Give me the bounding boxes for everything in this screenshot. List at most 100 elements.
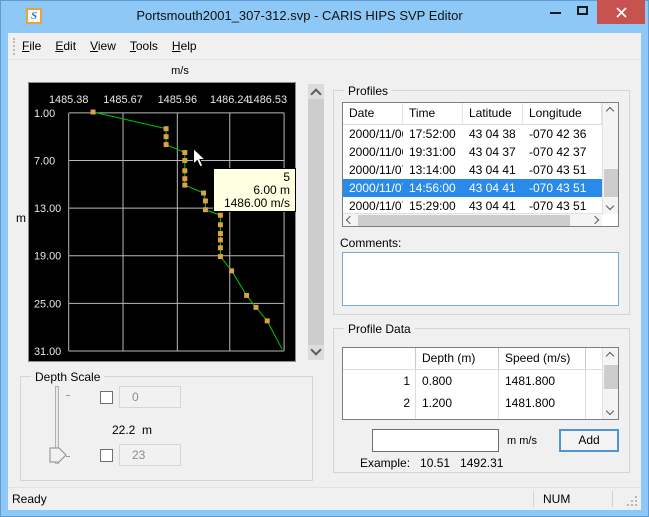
profile-data-row[interactable]: 21.2001481.800: [343, 392, 618, 414]
scroll-down-icon[interactable]: [606, 202, 614, 210]
depth-speed-input[interactable]: [372, 429, 499, 452]
profile-data-cell: 2: [343, 392, 416, 414]
chart-y-tick-label: 1.00: [34, 108, 55, 120]
scroll-left-icon[interactable]: [346, 216, 354, 224]
menu-item-edit[interactable]: Edit: [48, 33, 83, 60]
depth-scale-min-checkbox[interactable]: [100, 391, 113, 404]
data-point-marker: [254, 305, 259, 310]
svp-chart[interactable]: 1485.381485.671485.961486.241486.531.007…: [28, 82, 296, 362]
profiles-cell: -070 43 51: [523, 179, 602, 197]
profile-data-row[interactable]: 32.6001481.800: [343, 414, 618, 420]
scroll-down-icon[interactable]: [310, 344, 321, 355]
status-divider: [612, 491, 613, 507]
comments-label: Comments:: [340, 236, 401, 250]
depth-scale-min-field[interactable]: 0: [119, 386, 181, 408]
depth-scale-max-checkbox[interactable]: [100, 449, 113, 462]
profiles-cell: 2000/11/06: [343, 143, 403, 161]
data-point-marker: [218, 231, 223, 236]
profile-data-cell: 1481.800: [499, 370, 586, 392]
data-point-marker: [203, 198, 208, 203]
window-title: Portsmouth2001_307-312.svp - CARIS HIPS …: [60, 8, 539, 23]
scroll-down-icon[interactable]: [606, 407, 614, 415]
data-point-marker: [218, 222, 223, 227]
profiles-horizontal-scrollbar[interactable]: [343, 213, 602, 226]
comments-textarea[interactable]: [342, 252, 619, 306]
profiles-cell: 43 04 37: [463, 143, 523, 161]
profile-line: [93, 112, 282, 349]
profile-data-group-label: Profile Data: [344, 322, 415, 336]
scroll-up-icon[interactable]: [606, 352, 614, 360]
profiles-table[interactable]: DateTimeLatitudeLongitude 2000/11/0617:5…: [342, 102, 619, 227]
profiles-column-header-date[interactable]: Date: [343, 103, 403, 124]
profiles-hscrollbar-thumb[interactable]: [358, 215, 570, 226]
profile-data-cell: 0.800: [416, 370, 499, 392]
resize-grip[interactable]: [627, 496, 637, 506]
add-button[interactable]: Add: [559, 429, 619, 452]
profiles-column-header-time[interactable]: Time: [403, 103, 463, 124]
svp-chart-plot: 1485.381485.671485.961486.241486.531.007…: [29, 83, 295, 361]
profiles-row[interactable]: 2000/11/0714:56:0043 04 41-070 43 51: [343, 179, 618, 197]
profile-data-table[interactable]: Depth (m)Speed (m/s) 10.8001481.80021.20…: [342, 347, 619, 420]
profile-data-column-header[interactable]: [343, 348, 416, 369]
depth-scale-current-label: 22.2 m: [112, 423, 152, 437]
chart-scrollbar[interactable]: [308, 84, 324, 360]
profiles-cell: -070 42 36: [523, 125, 602, 143]
scroll-up-icon[interactable]: [606, 107, 614, 115]
data-point-marker: [218, 245, 223, 250]
chart-y-tick-label: 19.00: [34, 251, 61, 263]
entry-example-label: Example: 10.51 1492.31: [360, 456, 503, 470]
titlebar[interactable]: S Portsmouth2001_307-312.svp - CARIS HIP…: [0, 0, 649, 33]
menu-item-file[interactable]: File: [15, 33, 48, 60]
maximize-button[interactable]: [571, 2, 595, 22]
scroll-right-icon[interactable]: [591, 216, 599, 224]
data-point-marker: [91, 110, 96, 115]
data-point-marker: [182, 158, 187, 163]
close-icon: [615, 6, 628, 19]
data-point-marker: [229, 268, 234, 273]
depth-scale-slider-thumb[interactable]: [49, 447, 68, 468]
profiles-row[interactable]: 2000/11/0713:14:0043 04 41-070 43 51: [343, 161, 618, 179]
close-button[interactable]: [597, 0, 645, 24]
data-point-marker: [182, 168, 187, 173]
profile-data-row[interactable]: 10.8001481.800: [343, 370, 618, 392]
menu-item-tools[interactable]: Tools: [123, 33, 165, 60]
scroll-up-icon[interactable]: [310, 88, 321, 99]
status-divider: [533, 491, 534, 507]
profiles-row[interactable]: 2000/11/0619:31:0043 04 37-070 42 37: [343, 143, 618, 161]
profiles-column-header-latitude[interactable]: Latitude: [463, 103, 523, 124]
profiles-scrollbar-thumb[interactable]: [604, 169, 618, 197]
app-icon-letter: S: [28, 10, 40, 22]
maximize-icon: [577, 6, 588, 15]
data-point-marker: [218, 213, 223, 218]
minimize-button[interactable]: [543, 2, 567, 22]
profiles-group-label: Profiles: [344, 84, 392, 98]
profiles-row[interactable]: 2000/11/0617:52:0043 04 38-070 42 36: [343, 125, 618, 143]
slider-tick: [66, 395, 70, 396]
profile-data-vertical-scrollbar[interactable]: [602, 348, 618, 419]
chart-scrollbar-thumb[interactable]: [308, 99, 324, 345]
menu-item-help[interactable]: Help: [165, 33, 204, 60]
profiles-column-header-longitude[interactable]: Longitude: [523, 103, 602, 124]
mouse-cursor-icon: [193, 148, 207, 169]
chart-x-tick-label: 1486.24: [210, 94, 249, 106]
data-point-marker: [218, 254, 223, 259]
menu-item-view[interactable]: View: [83, 33, 123, 60]
profile-data-column-header[interactable]: Depth (m): [416, 348, 499, 369]
chart-y-tick-label: 13.00: [34, 203, 61, 215]
profiles-cell: 14:56:00: [403, 179, 463, 197]
profiles-vertical-scrollbar[interactable]: [602, 103, 618, 214]
profiles-cell: 43 04 41: [463, 179, 523, 197]
profile-data-column-header[interactable]: Speed (m/s): [499, 348, 586, 369]
profiles-cell: 2000/11/07: [343, 161, 403, 179]
data-point-marker: [164, 142, 169, 147]
profile-data-cell: 2.600: [416, 414, 499, 420]
depth-scale-group-label: Depth Scale: [31, 370, 104, 384]
depth-scale-max-field[interactable]: 23: [119, 444, 181, 466]
chart-y-axis-unit-label: m: [16, 211, 26, 225]
status-ready-label: Ready: [12, 492, 47, 506]
profile-data-scrollbar-thumb[interactable]: [604, 365, 618, 389]
menu-bar: FileEditViewToolsHelp: [8, 33, 641, 60]
chart-x-tick-label: 1485.67: [103, 94, 142, 106]
tooltip-line: 1486.00 m/s: [219, 197, 290, 210]
svp-editor-window: S Portsmouth2001_307-312.svp - CARIS HIP…: [0, 0, 649, 517]
